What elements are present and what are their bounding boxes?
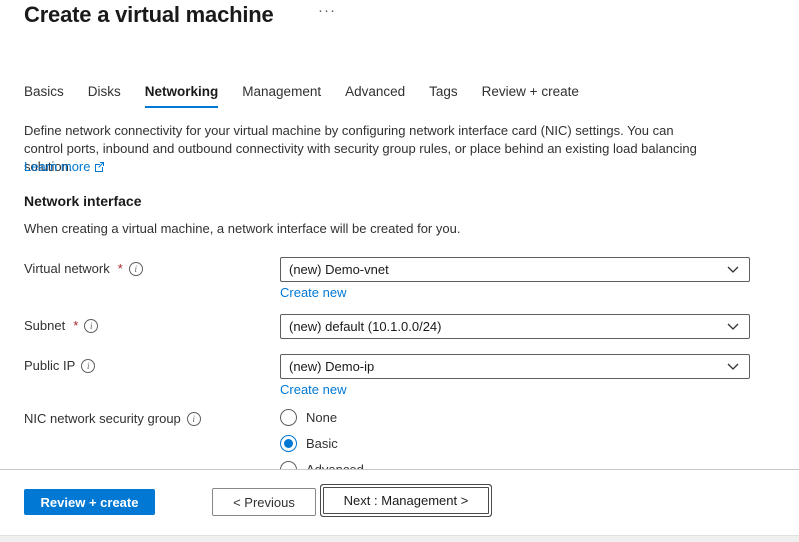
nic-nsg-label: NIC network security group i bbox=[24, 411, 201, 426]
tab-disks[interactable]: Disks bbox=[88, 84, 121, 108]
public-ip-label: Public IP i bbox=[24, 358, 95, 373]
network-interface-subtext: When creating a virtual machine, a netwo… bbox=[24, 221, 460, 236]
bottom-edge-strip bbox=[0, 535, 799, 542]
radio-option-basic[interactable]: Basic bbox=[280, 433, 364, 454]
tab-management[interactable]: Management bbox=[242, 84, 321, 108]
tab-networking[interactable]: Networking bbox=[145, 84, 219, 108]
tab-tags[interactable]: Tags bbox=[429, 84, 458, 108]
networking-description: Define network connectivity for your vir… bbox=[24, 122, 702, 176]
virtual-network-value: (new) Demo-vnet bbox=[289, 262, 389, 277]
radio-checked-icon bbox=[280, 435, 297, 452]
public-ip-label-text: Public IP bbox=[24, 358, 75, 373]
radio-icon bbox=[280, 409, 297, 426]
required-marker: * bbox=[118, 261, 123, 276]
virtual-network-select[interactable]: (new) Demo-vnet bbox=[280, 257, 750, 282]
tab-basics[interactable]: Basics bbox=[24, 84, 64, 108]
learn-more-link[interactable]: Learn more bbox=[24, 159, 105, 174]
public-ip-create-new-link[interactable]: Create new bbox=[280, 382, 346, 397]
subnet-value: (new) default (10.1.0.0/24) bbox=[289, 319, 441, 334]
nic-nsg-radio-group: None Basic Advanced bbox=[280, 407, 364, 470]
tab-review-create[interactable]: Review + create bbox=[482, 84, 579, 108]
next-management-button[interactable]: Next : Management > bbox=[323, 487, 489, 514]
page-content: Create a virtual machine ··· Basics Disk… bbox=[0, 0, 799, 470]
chevron-down-icon bbox=[727, 323, 739, 331]
info-icon[interactable]: i bbox=[84, 319, 98, 333]
virtual-network-label-text: Virtual network bbox=[24, 261, 110, 276]
chevron-down-icon bbox=[727, 266, 739, 274]
public-ip-select[interactable]: (new) Demo-ip bbox=[280, 354, 750, 379]
subnet-label-text: Subnet bbox=[24, 318, 65, 333]
info-icon[interactable]: i bbox=[129, 262, 143, 276]
network-interface-heading: Network interface bbox=[24, 193, 141, 209]
tab-advanced[interactable]: Advanced bbox=[345, 84, 405, 108]
external-link-icon bbox=[94, 161, 105, 172]
tab-bar: Basics Disks Networking Management Advan… bbox=[24, 84, 579, 108]
chevron-down-icon bbox=[727, 363, 739, 371]
virtual-network-label: Virtual network * i bbox=[24, 261, 143, 276]
radio-label: None bbox=[306, 410, 337, 425]
subnet-select[interactable]: (new) default (10.1.0.0/24) bbox=[280, 314, 750, 339]
info-icon[interactable]: i bbox=[187, 412, 201, 426]
required-marker: * bbox=[73, 318, 78, 333]
public-ip-value: (new) Demo-ip bbox=[289, 359, 374, 374]
info-icon[interactable]: i bbox=[81, 359, 95, 373]
previous-button[interactable]: < Previous bbox=[212, 488, 316, 516]
footer-bar: Review + create < Previous Next : Manage… bbox=[0, 470, 799, 535]
radio-label: Basic bbox=[306, 436, 338, 451]
nic-nsg-label-text: NIC network security group bbox=[24, 411, 181, 426]
learn-more-label: Learn more bbox=[24, 159, 90, 174]
subnet-label: Subnet * i bbox=[24, 318, 98, 333]
virtual-network-create-new-link[interactable]: Create new bbox=[280, 285, 346, 300]
review-create-button[interactable]: Review + create bbox=[24, 489, 155, 515]
more-options-icon[interactable]: ··· bbox=[318, 2, 336, 19]
page-title: Create a virtual machine bbox=[24, 2, 274, 28]
radio-option-none[interactable]: None bbox=[280, 407, 364, 428]
